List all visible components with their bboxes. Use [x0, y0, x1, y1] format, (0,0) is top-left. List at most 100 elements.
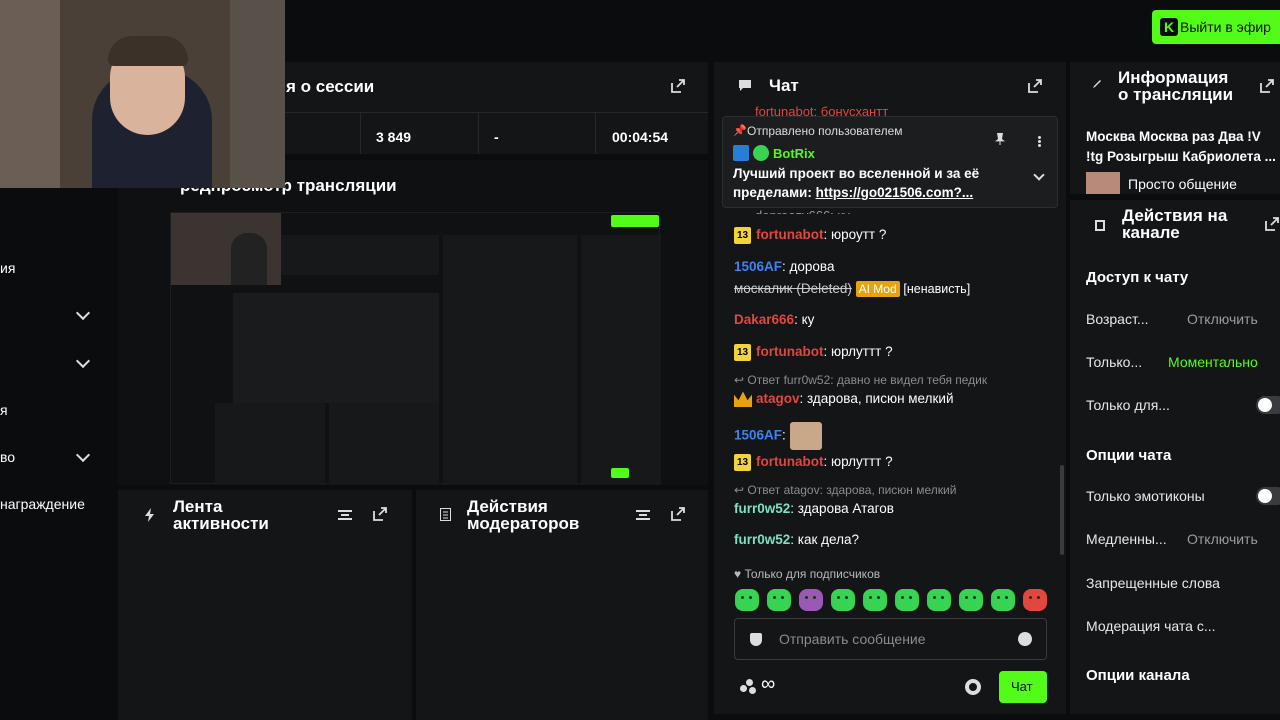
chat-username[interactable]: fortunabot [756, 227, 823, 242]
emote-icon[interactable] [927, 589, 951, 611]
chevron-down-icon[interactable] [75, 447, 91, 463]
age-restriction-label: Возраст... [1086, 311, 1149, 327]
chat-text: : юрлуттт ? [823, 454, 893, 470]
emote-icon[interactable] [863, 589, 887, 611]
bot-badge-icon [753, 145, 769, 161]
sidebar-item-5[interactable]: награждение [0, 496, 85, 512]
sidebar-item-3[interactable]: я [0, 402, 8, 418]
chat-message: москалик (Deleted) AI Mod [ненависть] [734, 281, 971, 297]
chat-message: 1506AF: дорова [734, 259, 834, 274]
sidebar-item-1[interactable]: ия [0, 260, 15, 276]
chat-message: furr0w52: здарова Атагов [734, 501, 894, 516]
stream-title-1[interactable]: Москва Москва раз Два !V [1086, 129, 1261, 144]
slow-mode-value[interactable]: Отключить [1187, 531, 1258, 547]
pinned-label: Отправлено пользователем [747, 124, 903, 138]
activity-feed-panel: Лента активности [118, 490, 412, 720]
chat-username[interactable]: furr0w52 [734, 501, 790, 516]
points-icon[interactable] [740, 679, 756, 695]
chat-message: 13 fortunabot: юрлуттт ? [734, 344, 893, 361]
chat-text: : здарова Атагов [790, 501, 894, 516]
pinned-text-1: Лучший проект во вселенной и за её [733, 166, 980, 181]
ai-mod-badge: AI Mod [855, 281, 900, 297]
chat-text: : как дела? [790, 532, 859, 547]
chevron-down-icon[interactable] [75, 305, 91, 321]
chat-access-heading: Доступ к чату [1086, 269, 1189, 286]
pin-icon: 📌 [733, 125, 747, 137]
chat-username[interactable]: москалик (Deleted) [734, 281, 852, 296]
chat-moderation-label[interactable]: Модерация чата с... [1086, 618, 1216, 634]
chat-username[interactable]: Dakar666 [734, 312, 794, 327]
popout-icon[interactable] [671, 79, 685, 93]
category-thumbnail [1086, 172, 1120, 194]
pinned-message[interactable]: 📌 Отправлено пользователем BotRix Лучший… [722, 116, 1058, 208]
filter-icon[interactable] [338, 510, 352, 520]
popout-icon[interactable] [373, 507, 387, 521]
send-chat-label: Чат [1011, 679, 1033, 694]
emote-icon[interactable] [991, 589, 1015, 611]
chat-text: : дорова [782, 259, 835, 274]
mod-actions-panel: Действия модераторов [416, 490, 708, 720]
emote-icon[interactable] [799, 589, 823, 611]
gear-icon[interactable] [965, 679, 981, 695]
channel-actions-icon [1095, 220, 1105, 231]
stream-title-2[interactable]: !tg Розыгрыш Кабриолета ... [1086, 149, 1276, 164]
webcam-overlay [0, 0, 285, 188]
emoji-icon[interactable] [1018, 632, 1032, 646]
followers-count: - [494, 129, 499, 145]
channel-actions-panel: Действия на канале Доступ к чату Возраст… [1070, 200, 1280, 714]
chat-message: 13 fortunabot: юрлуттт ? [734, 454, 893, 471]
send-chat-button[interactable]: Чат [999, 671, 1047, 703]
chat-text: [ненависть] [903, 282, 971, 296]
chat-input[interactable]: Отправить сообщение [734, 618, 1047, 660]
go-live-label: Выйти в эфир [1180, 19, 1271, 35]
chat-options-heading: Опции чата [1086, 447, 1172, 464]
chevron-down-icon[interactable] [1033, 169, 1045, 181]
channel-actions-title-2: канале [1122, 223, 1180, 242]
chat-username[interactable]: atagov [756, 391, 800, 406]
chat-scrollbar[interactable] [1060, 465, 1064, 555]
sidebar-item-4[interactable]: во [0, 449, 15, 465]
lightning-icon [145, 508, 154, 522]
filter-icon[interactable] [636, 510, 650, 520]
popout-icon[interactable] [1265, 217, 1279, 231]
pin-action-icon[interactable] [995, 133, 1005, 145]
emote-icon[interactable] [1023, 589, 1047, 611]
chat-username[interactable]: fortunabot [756, 344, 823, 359]
emote-icon[interactable] [735, 589, 759, 611]
emote-icon[interactable] [767, 589, 791, 611]
emote-icon[interactable] [831, 589, 855, 611]
kick-logo-icon: K [1160, 18, 1178, 36]
chat-text: : юроутт ? [823, 227, 887, 243]
reply-context: ↩ Ответ atagov: здарова, писюн мелкий [734, 483, 957, 497]
chat-message-cut-2: depreezy666: ку [755, 208, 850, 214]
popout-icon[interactable] [671, 507, 685, 521]
chevron-down-icon[interactable] [75, 353, 91, 369]
emotes-only-label: Только эмотиконы [1086, 488, 1205, 504]
category-name[interactable]: Просто общение [1128, 176, 1237, 192]
stream-info-panel: Информация о трансляции Москва Москва ра… [1070, 62, 1280, 194]
banned-words-label[interactable]: Запрещенные слова [1086, 575, 1220, 591]
chat-username[interactable]: 1506AF [734, 259, 782, 274]
sub-badge-icon: 13 [734, 454, 751, 471]
emote-icon[interactable] [895, 589, 919, 611]
subscribers-only-toggle[interactable] [1256, 396, 1280, 414]
popout-icon[interactable] [1028, 79, 1042, 93]
chat-username[interactable]: 1506AF [734, 428, 782, 443]
channel-options-heading: Опции канала [1086, 667, 1190, 684]
emotes-only-toggle[interactable] [1256, 487, 1280, 505]
age-restriction-value[interactable]: Отключить [1187, 311, 1258, 327]
verified-icon [733, 145, 749, 161]
chat-text: : [782, 427, 786, 443]
chat-username[interactable]: furr0w52 [734, 532, 790, 547]
followers-only-value[interactable]: Моментально [1168, 354, 1258, 370]
chat-message-cut: fortunabot: бонусхантт [755, 104, 889, 116]
more-options-icon[interactable] [1038, 136, 1041, 139]
go-live-button[interactable]: K Выйти в эфир [1152, 10, 1280, 44]
sub-badge-icon: 13 [734, 227, 751, 244]
emote-icon[interactable] [959, 589, 983, 611]
session-duration: 00:04:54 [612, 129, 669, 145]
pinned-link[interactable]: https://go021506.com?... [816, 185, 974, 200]
popout-icon[interactable] [1260, 79, 1274, 93]
chat-username[interactable]: fortunabot [756, 454, 823, 469]
pinned-user[interactable]: BotRix [773, 146, 815, 161]
